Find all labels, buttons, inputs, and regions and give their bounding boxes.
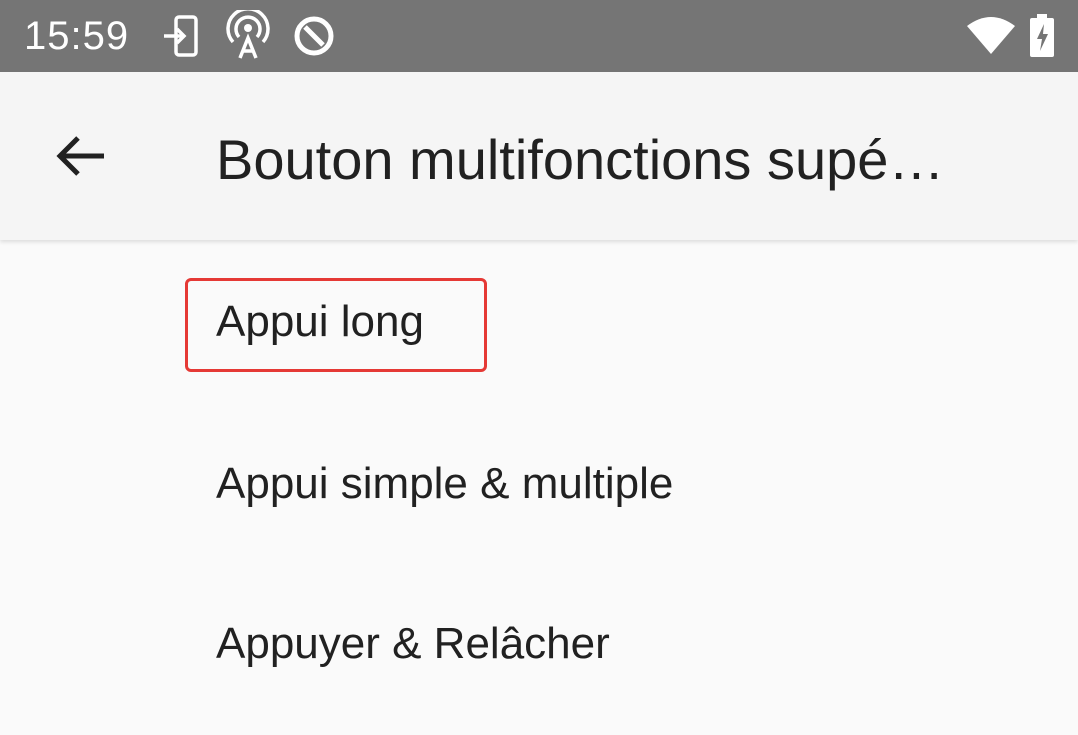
options-list: Appui long Appui simple & multiple Appuy… (0, 240, 1078, 735)
battery-charging-icon (1028, 14, 1056, 63)
back-arrow-icon (56, 134, 108, 183)
page-title: Bouton multifonctions supé… (216, 128, 945, 191)
app-bar: Bouton multifonctions supé… (0, 72, 1078, 240)
list-item-label: Appuyer & Relâcher (216, 619, 610, 668)
hotspot-icon (226, 7, 270, 65)
status-bar: 15:59 (0, 0, 1078, 72)
list-item-label: Appui simple & multiple (216, 459, 674, 508)
list-item-appui-long[interactable]: Appui long (0, 240, 1078, 400)
status-time: 15:59 (24, 14, 130, 58)
back-button[interactable] (42, 118, 122, 198)
list-item-label: Appui long (216, 297, 424, 346)
no-entry-icon (292, 14, 336, 63)
list-item-appui-simple-multiple[interactable]: Appui simple & multiple (0, 400, 1078, 560)
wifi-icon (966, 16, 1016, 61)
list-item-appuyer-relacher[interactable]: Appuyer & Relâcher (0, 560, 1078, 720)
sim-transfer-icon (160, 14, 204, 63)
